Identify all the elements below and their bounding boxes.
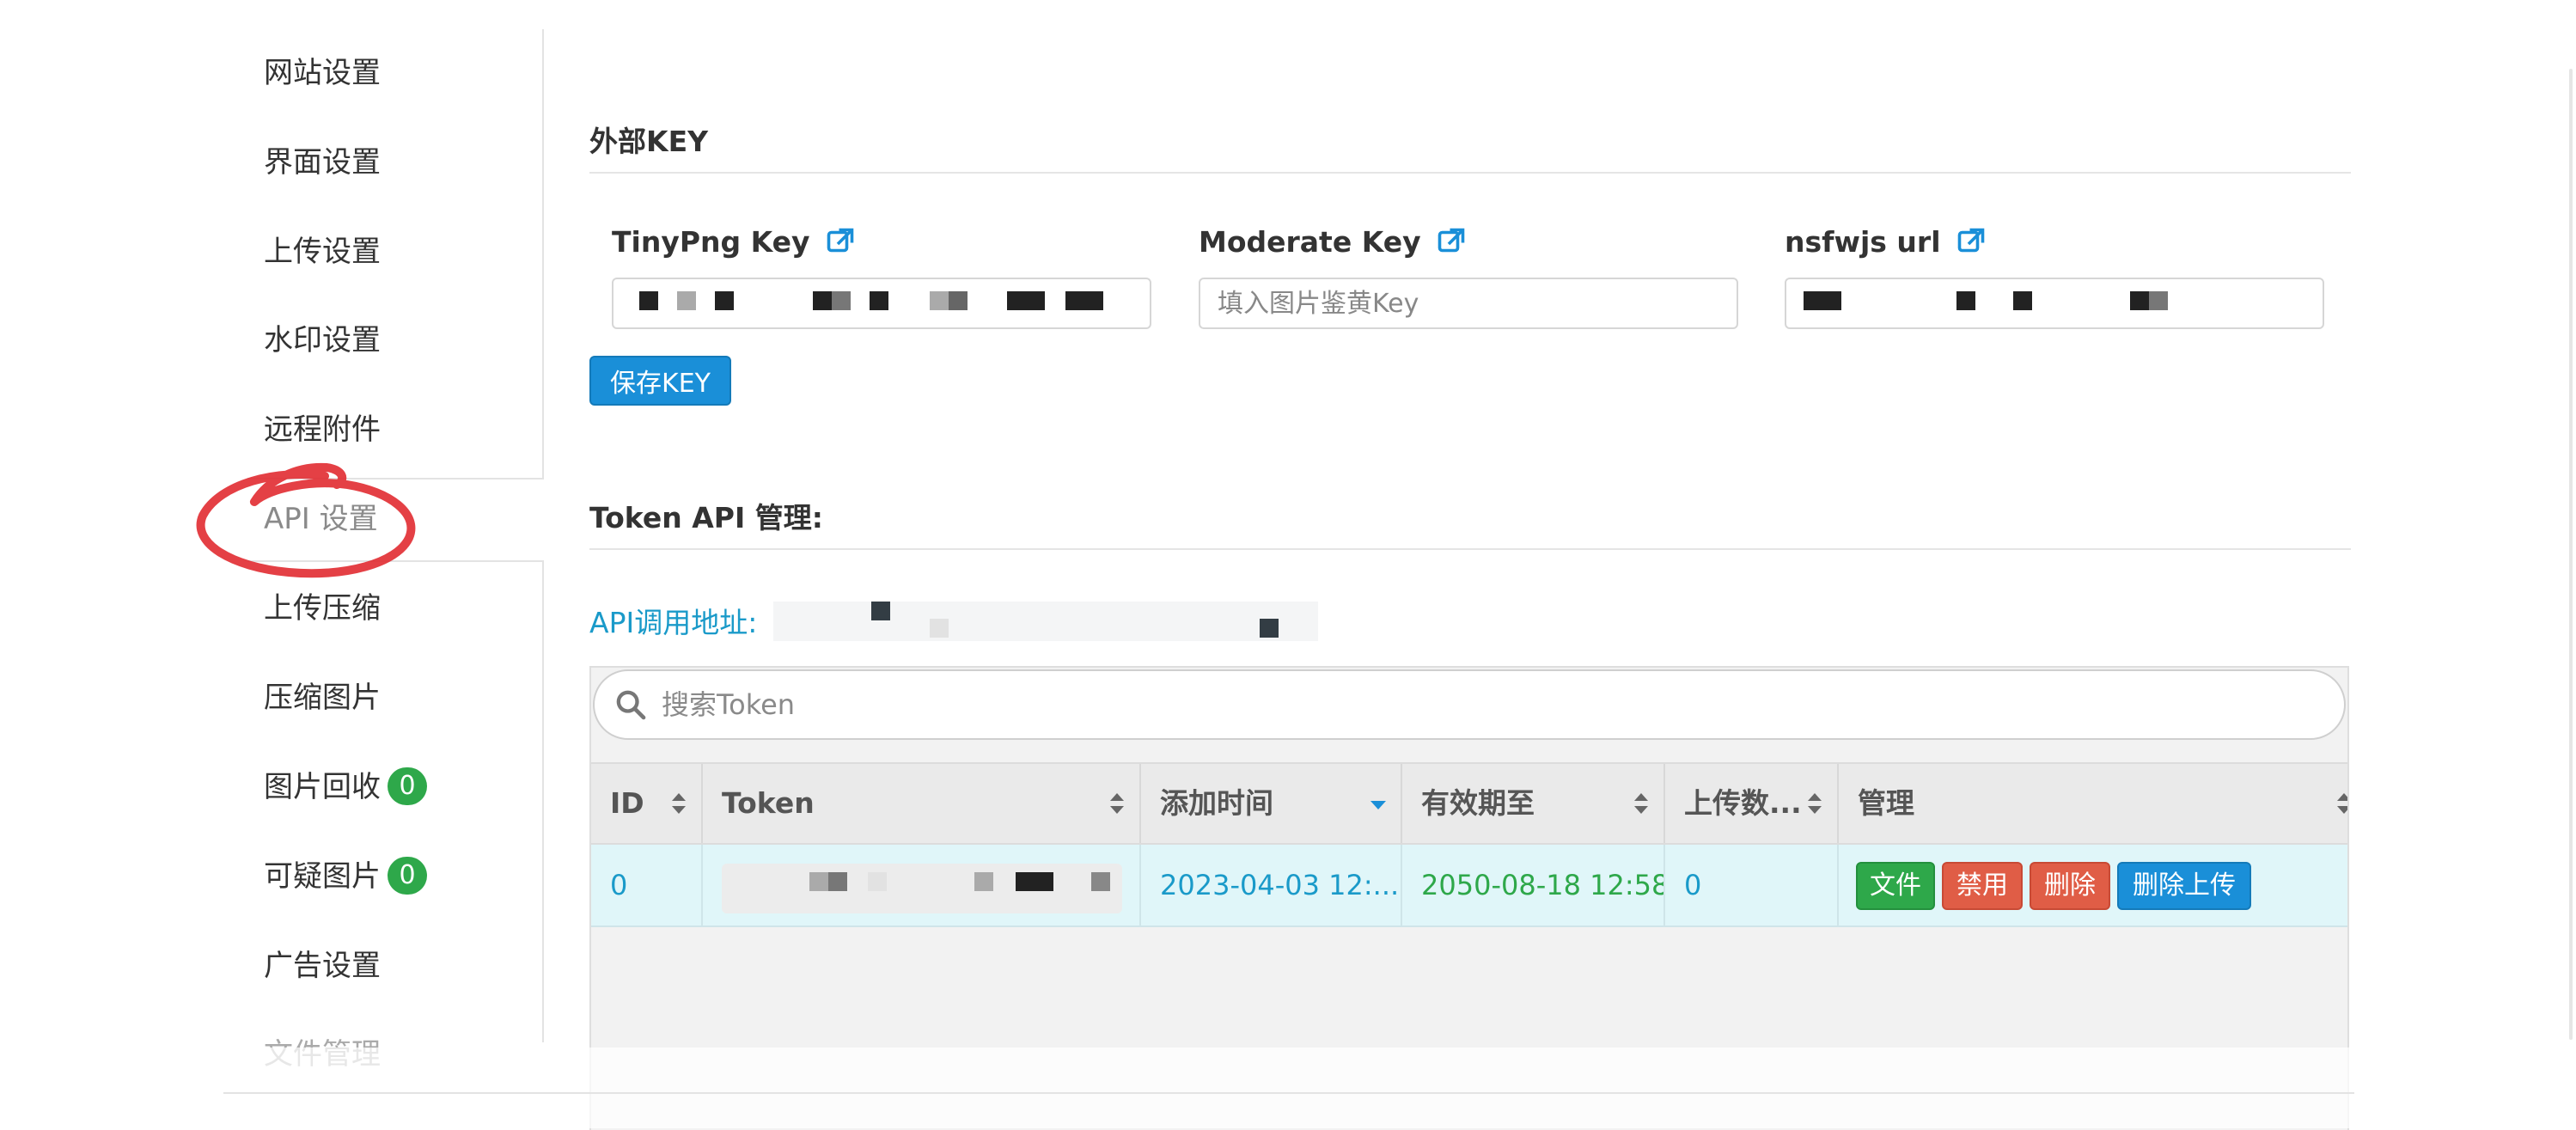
cell-token <box>703 845 1141 925</box>
nsfwjs-url-input[interactable] <box>1785 278 2324 329</box>
red-circle-annotation <box>196 462 416 578</box>
sidebar-item-label: 远程附件 <box>264 412 381 447</box>
cell-added-time: 2023-04-03 12:... <box>1141 845 1402 925</box>
sort-icon[interactable] <box>1631 788 1651 819</box>
tinypng-key-label-text: TinyPng Key <box>612 225 810 259</box>
sidebar-item-compress-images[interactable]: 压缩图片 <box>264 675 381 720</box>
sidebar-item-interface-settings[interactable]: 界面设置 <box>264 140 381 185</box>
table-header: ID Token 添加时间 有效期至 上传数... 管理 <box>591 762 2347 845</box>
sidebar-item-label: 网站设置 <box>264 56 381 90</box>
column-header-token[interactable]: Token <box>703 764 1141 843</box>
external-link-icon[interactable] <box>1436 226 1467 257</box>
sort-desc-icon[interactable] <box>1368 788 1389 819</box>
external-link-icon[interactable] <box>1956 226 1987 257</box>
section-divider <box>589 548 2351 550</box>
api-url-value <box>773 602 1318 641</box>
column-header-expires[interactable]: 有效期至 <box>1402 764 1665 843</box>
section-divider <box>589 172 2351 174</box>
column-header-id[interactable]: ID <box>591 764 703 843</box>
sort-icon[interactable] <box>668 788 689 819</box>
files-button[interactable]: 文件 <box>1856 862 1935 910</box>
sidebar-item-label: 界面设置 <box>264 145 381 180</box>
search-icon <box>616 690 646 720</box>
disable-button[interactable]: 禁用 <box>1942 862 2023 910</box>
page-scrollbar[interactable] <box>2569 69 2573 1040</box>
column-header-manage[interactable]: 管理 <box>1839 764 2347 843</box>
sidebar-item-label: 上传设置 <box>264 235 381 269</box>
redacted-value <box>1786 279 2323 327</box>
sidebar-item-watermark-settings[interactable]: 水印设置 <box>264 318 381 363</box>
sidebar-item-upload-settings[interactable]: 上传设置 <box>264 229 381 274</box>
settings-sidebar: 网站设置 界面设置 上传设置 水印设置 远程附件 API 设置 上传压缩 压缩图… <box>0 0 544 1128</box>
moderate-key-label: Moderate Key <box>1199 225 1467 260</box>
sidebar-item-label: 可疑图片 <box>264 859 381 894</box>
search-input[interactable] <box>660 670 2344 739</box>
cell-actions: 文件 禁用 删除 删除上传 <box>1839 845 2347 925</box>
external-link-icon[interactable] <box>825 226 856 257</box>
delete-uploads-button[interactable]: 删除上传 <box>2117 862 2251 910</box>
moderate-key-input[interactable] <box>1199 278 1738 329</box>
token-search-box[interactable] <box>593 669 2346 740</box>
sidebar-item-image-recycle[interactable]: 图片回收 0 <box>264 765 427 809</box>
save-key-button[interactable]: 保存KEY <box>589 356 731 406</box>
cell-expires: 2050-08-18 12:58:4 <box>1402 845 1665 925</box>
count-badge: 0 <box>388 856 427 895</box>
sort-icon[interactable] <box>2334 788 2347 819</box>
moderate-key-field[interactable] <box>1200 279 1737 327</box>
api-url-label: API调用地址: <box>589 606 758 639</box>
column-header-added-time[interactable]: 添加时间 <box>1141 764 1402 843</box>
delete-button[interactable]: 删除 <box>2030 862 2110 910</box>
nsfwjs-url-label: nsfwjs url <box>1785 225 1987 260</box>
sidebar-item-label: 水印设置 <box>264 323 381 357</box>
sidebar-item-ad-settings[interactable]: 广告设置 <box>264 944 381 988</box>
sidebar-item-website-settings[interactable]: 网站设置 <box>264 51 381 95</box>
tinypng-key-input[interactable] <box>612 278 1151 329</box>
tinypng-key-label: TinyPng Key <box>612 225 856 260</box>
sort-icon[interactable] <box>1804 788 1825 819</box>
sidebar-divider <box>542 29 544 479</box>
sidebar-item-suspicious-images[interactable]: 可疑图片 0 <box>264 854 427 899</box>
bottom-fade-overlay <box>223 1048 2354 1128</box>
nsfwjs-url-label-text: nsfwjs url <box>1785 225 1941 259</box>
moderate-key-label-text: Moderate Key <box>1199 225 1421 259</box>
sidebar-item-label: 广告设置 <box>264 949 381 983</box>
bottom-divider <box>223 1092 2354 1094</box>
count-badge: 0 <box>388 767 427 805</box>
sidebar-item-label: 上传压缩 <box>264 591 381 626</box>
table-row[interactable]: 0 2023-04-03 12:... 2050-08-18 12:58:4 0… <box>591 845 2347 927</box>
section-title-external-key: 外部KEY <box>589 125 709 158</box>
cell-id: 0 <box>591 845 703 925</box>
sidebar-item-remote-attachments[interactable]: 远程附件 <box>264 407 381 452</box>
section-title-token-api: Token API 管理: <box>589 501 823 534</box>
redacted-value <box>613 279 1150 327</box>
column-header-uploads[interactable]: 上传数... <box>1665 764 1839 843</box>
sidebar-divider <box>542 561 544 1042</box>
sidebar-item-upload-compression[interactable]: 上传压缩 <box>264 586 381 631</box>
redacted-token <box>722 864 1122 913</box>
sort-icon[interactable] <box>1107 788 1127 819</box>
sidebar-item-label: 压缩图片 <box>264 681 381 715</box>
cell-uploads: 0 <box>1665 845 1839 925</box>
sidebar-item-label: 图片回收 <box>264 770 381 804</box>
